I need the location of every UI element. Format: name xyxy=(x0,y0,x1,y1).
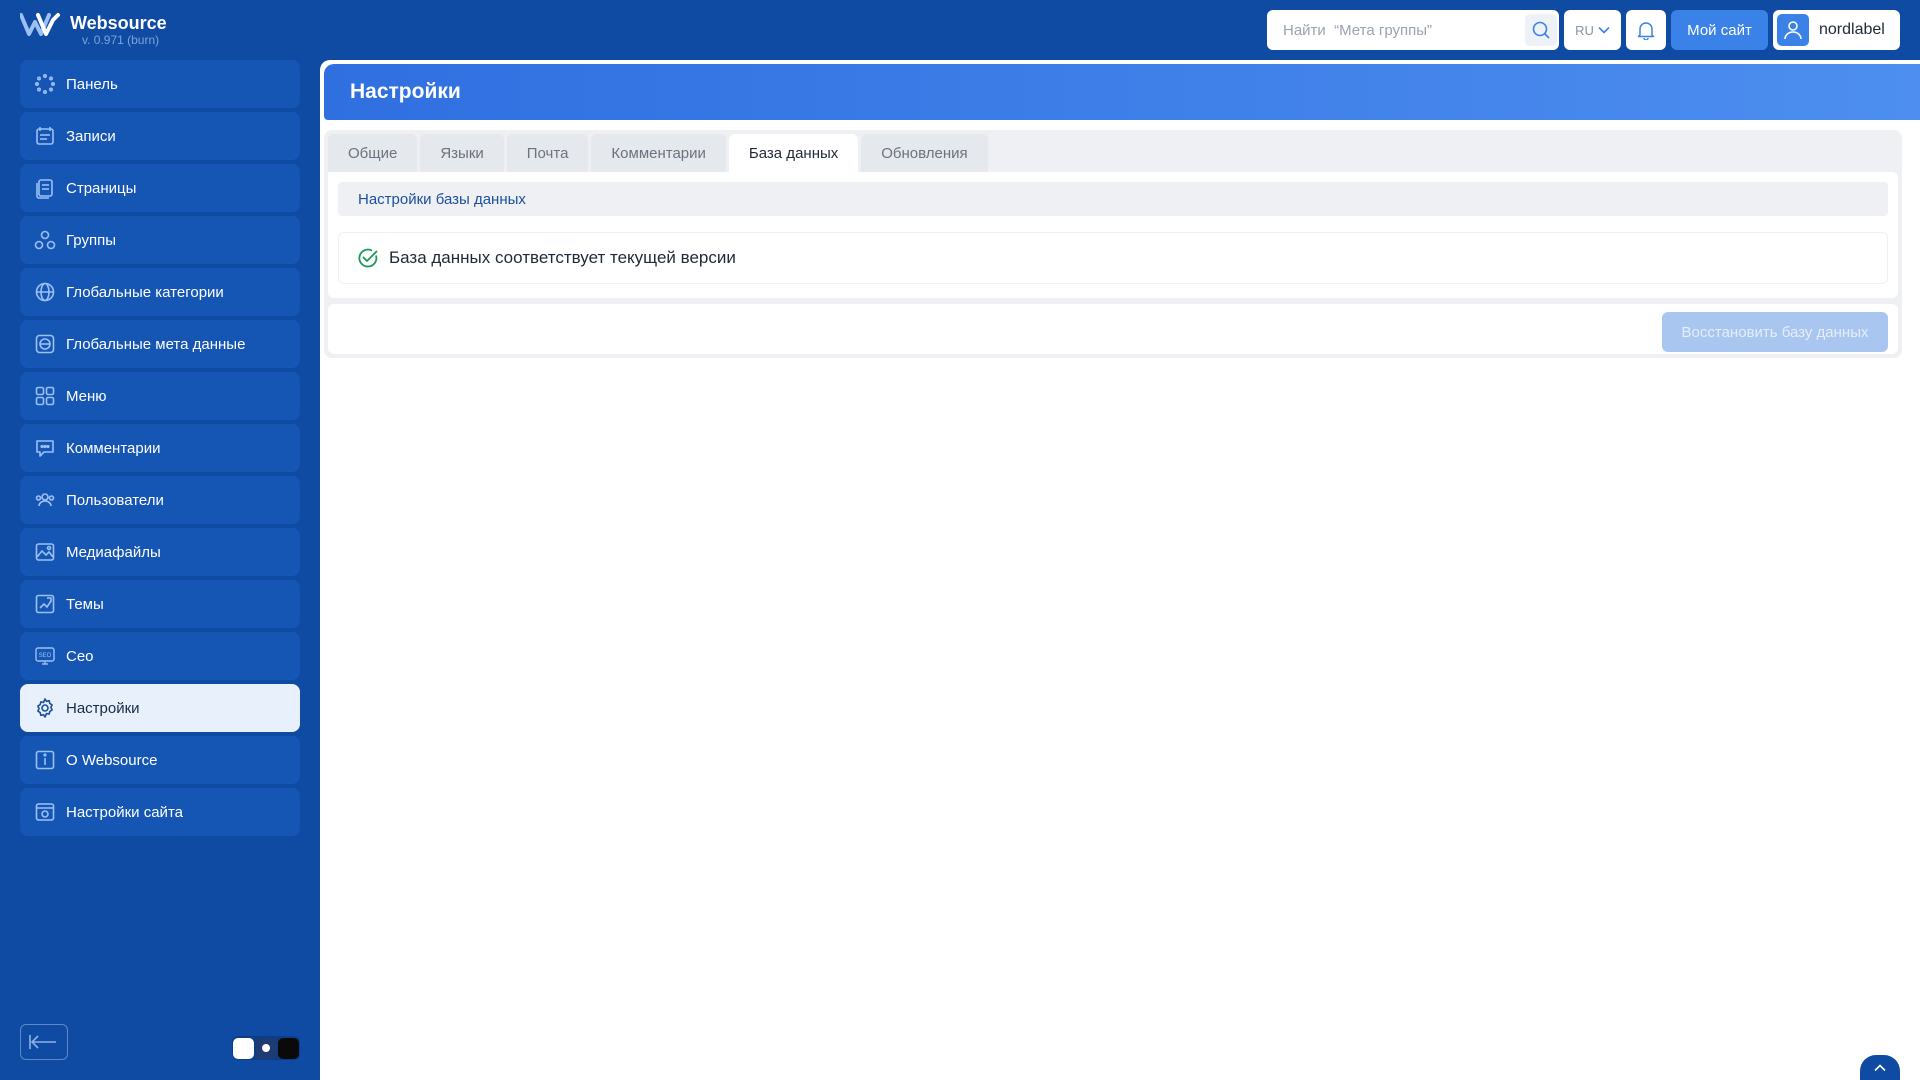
theme-switcher xyxy=(232,1036,300,1060)
dashboard-icon xyxy=(34,73,56,95)
language-selector[interactable]: RU xyxy=(1564,10,1621,50)
database-panel: Настройки базы данных База данных соотве… xyxy=(328,172,1898,298)
tab-database[interactable]: База данных xyxy=(728,134,859,172)
sidebar-item-settings[interactable]: Настройки xyxy=(20,684,300,732)
sidebar-item-about[interactable]: O Websource xyxy=(20,736,300,784)
app-logo[interactable]: Websource v. 0.971 (burn) xyxy=(20,12,167,52)
sidebar-item-label: Сео xyxy=(66,647,94,665)
websource-logo-icon xyxy=(20,13,60,36)
search-button[interactable] xyxy=(1525,14,1557,46)
notifications-button[interactable] xyxy=(1626,10,1666,50)
language-code: RU xyxy=(1575,22,1594,38)
scroll-to-top-button[interactable] xyxy=(1860,1055,1900,1080)
username: nordlabel xyxy=(1819,21,1885,38)
tab-updates[interactable]: Обновления xyxy=(861,134,988,172)
sidebar-item-label: Глобальные мета данные xyxy=(66,335,246,353)
sidebar-item-label: Настройки xyxy=(66,699,140,717)
settings-tabs: Общие Языки Почта Комментарии База данны… xyxy=(328,134,988,172)
user-menu[interactable]: nordlabel xyxy=(1773,10,1900,50)
svg-text:SEO: SEO xyxy=(39,653,52,659)
theme-light-option[interactable] xyxy=(233,1037,254,1059)
arrow-left-icon xyxy=(29,1035,56,1049)
user-icon xyxy=(1784,21,1802,40)
sidebar-item-global-categories[interactable]: Глобальные категории xyxy=(20,268,300,316)
my-site-button[interactable]: Мой сайт xyxy=(1671,10,1768,50)
sidebar-item-label: O Websource xyxy=(66,751,158,769)
pages-icon xyxy=(34,177,56,199)
restore-database-button[interactable]: Восстановить базу данных xyxy=(1662,312,1888,352)
search-box xyxy=(1267,10,1559,50)
records-icon xyxy=(34,125,56,147)
seo-icon: SEO xyxy=(34,645,56,667)
users-icon xyxy=(34,489,56,511)
sidebar-item-label: Группы xyxy=(66,231,116,249)
info-icon xyxy=(34,749,56,771)
gear-icon xyxy=(34,697,56,719)
global-meta-icon xyxy=(34,333,56,355)
menu-grid-icon xyxy=(34,385,56,407)
sidebar-item-label: Медиафайлы xyxy=(66,543,161,561)
tab-languages[interactable]: Языки xyxy=(420,134,504,172)
page-title: Настройки xyxy=(350,80,461,103)
check-circle-icon xyxy=(358,248,378,268)
sidebar-item-label: Комментарии xyxy=(66,439,161,457)
sidebar-item-label: Глобальные категории xyxy=(66,283,224,301)
chevron-down-icon xyxy=(1598,26,1610,34)
site-settings-icon xyxy=(34,801,56,823)
actions-panel: Восстановить базу данных xyxy=(328,304,1898,354)
sidebar-item-site-settings[interactable]: Настройки сайта xyxy=(20,788,300,836)
sidebar-item-media[interactable]: Медиафайлы xyxy=(20,528,300,576)
sidebar-item-seo[interactable]: SEO Сео xyxy=(20,632,300,680)
themes-icon xyxy=(34,593,56,615)
chevron-up-icon xyxy=(1874,1063,1886,1071)
theme-dark-option[interactable] xyxy=(278,1037,299,1059)
status-text: База данных соответствует текущей версии xyxy=(389,248,736,267)
sidebar-item-label: Записи xyxy=(66,127,116,145)
bell-icon xyxy=(1637,22,1655,40)
sidebar-item-users[interactable]: Пользователи xyxy=(20,476,300,524)
sidebar-footer xyxy=(20,1024,300,1060)
media-icon xyxy=(34,541,56,563)
sidebar: Websource v. 0.971 (burn) Панель Записи … xyxy=(0,0,320,1080)
sidebar-nav: Панель Записи Страницы Группы Глобальные… xyxy=(20,60,300,840)
settings-card: Общие Языки Почта Комментарии База данны… xyxy=(324,130,1902,358)
theme-auto-option[interactable] xyxy=(255,1037,277,1059)
collapse-sidebar-button[interactable] xyxy=(20,1024,68,1060)
groups-icon xyxy=(34,229,56,251)
main-content: Настройки Общие Языки Почта Комментарии … xyxy=(320,60,1920,1080)
search-input[interactable] xyxy=(1283,21,1503,39)
sidebar-item-themes[interactable]: Темы xyxy=(20,580,300,628)
tab-general[interactable]: Общие xyxy=(328,134,418,172)
sidebar-item-pages[interactable]: Страницы xyxy=(20,164,300,212)
database-status: База данных соответствует текущей версии xyxy=(338,232,1888,284)
sidebar-item-label: Пользователи xyxy=(66,491,164,509)
sidebar-item-label: Темы xyxy=(66,595,104,613)
sidebar-item-dashboard[interactable]: Панель xyxy=(20,60,300,108)
tab-mail[interactable]: Почта xyxy=(506,134,589,172)
sidebar-item-comments[interactable]: Комментарии xyxy=(20,424,300,472)
sidebar-item-label: Страницы xyxy=(66,179,137,197)
avatar xyxy=(1777,14,1809,46)
sidebar-item-global-meta[interactable]: Глобальные мета данные xyxy=(20,320,300,368)
page-header: Настройки xyxy=(324,64,1920,120)
comments-icon xyxy=(34,437,56,459)
app-version: v. 0.971 (burn) xyxy=(82,33,160,47)
app-name: Websource xyxy=(70,13,167,33)
sidebar-item-groups[interactable]: Группы xyxy=(20,216,300,264)
sidebar-item-label: Меню xyxy=(66,387,107,405)
search-icon xyxy=(1532,21,1550,39)
sidebar-item-records[interactable]: Записи xyxy=(20,112,300,160)
sidebar-item-label: Панель xyxy=(66,75,118,93)
global-categories-icon xyxy=(34,281,56,303)
sidebar-item-label: Настройки сайта xyxy=(66,803,183,821)
section-title: Настройки базы данных xyxy=(338,182,1888,216)
tab-comments[interactable]: Комментарии xyxy=(591,134,726,172)
top-bar: RU Мой сайт nordlabel xyxy=(1267,10,1900,50)
sidebar-item-menu[interactable]: Меню xyxy=(20,372,300,420)
